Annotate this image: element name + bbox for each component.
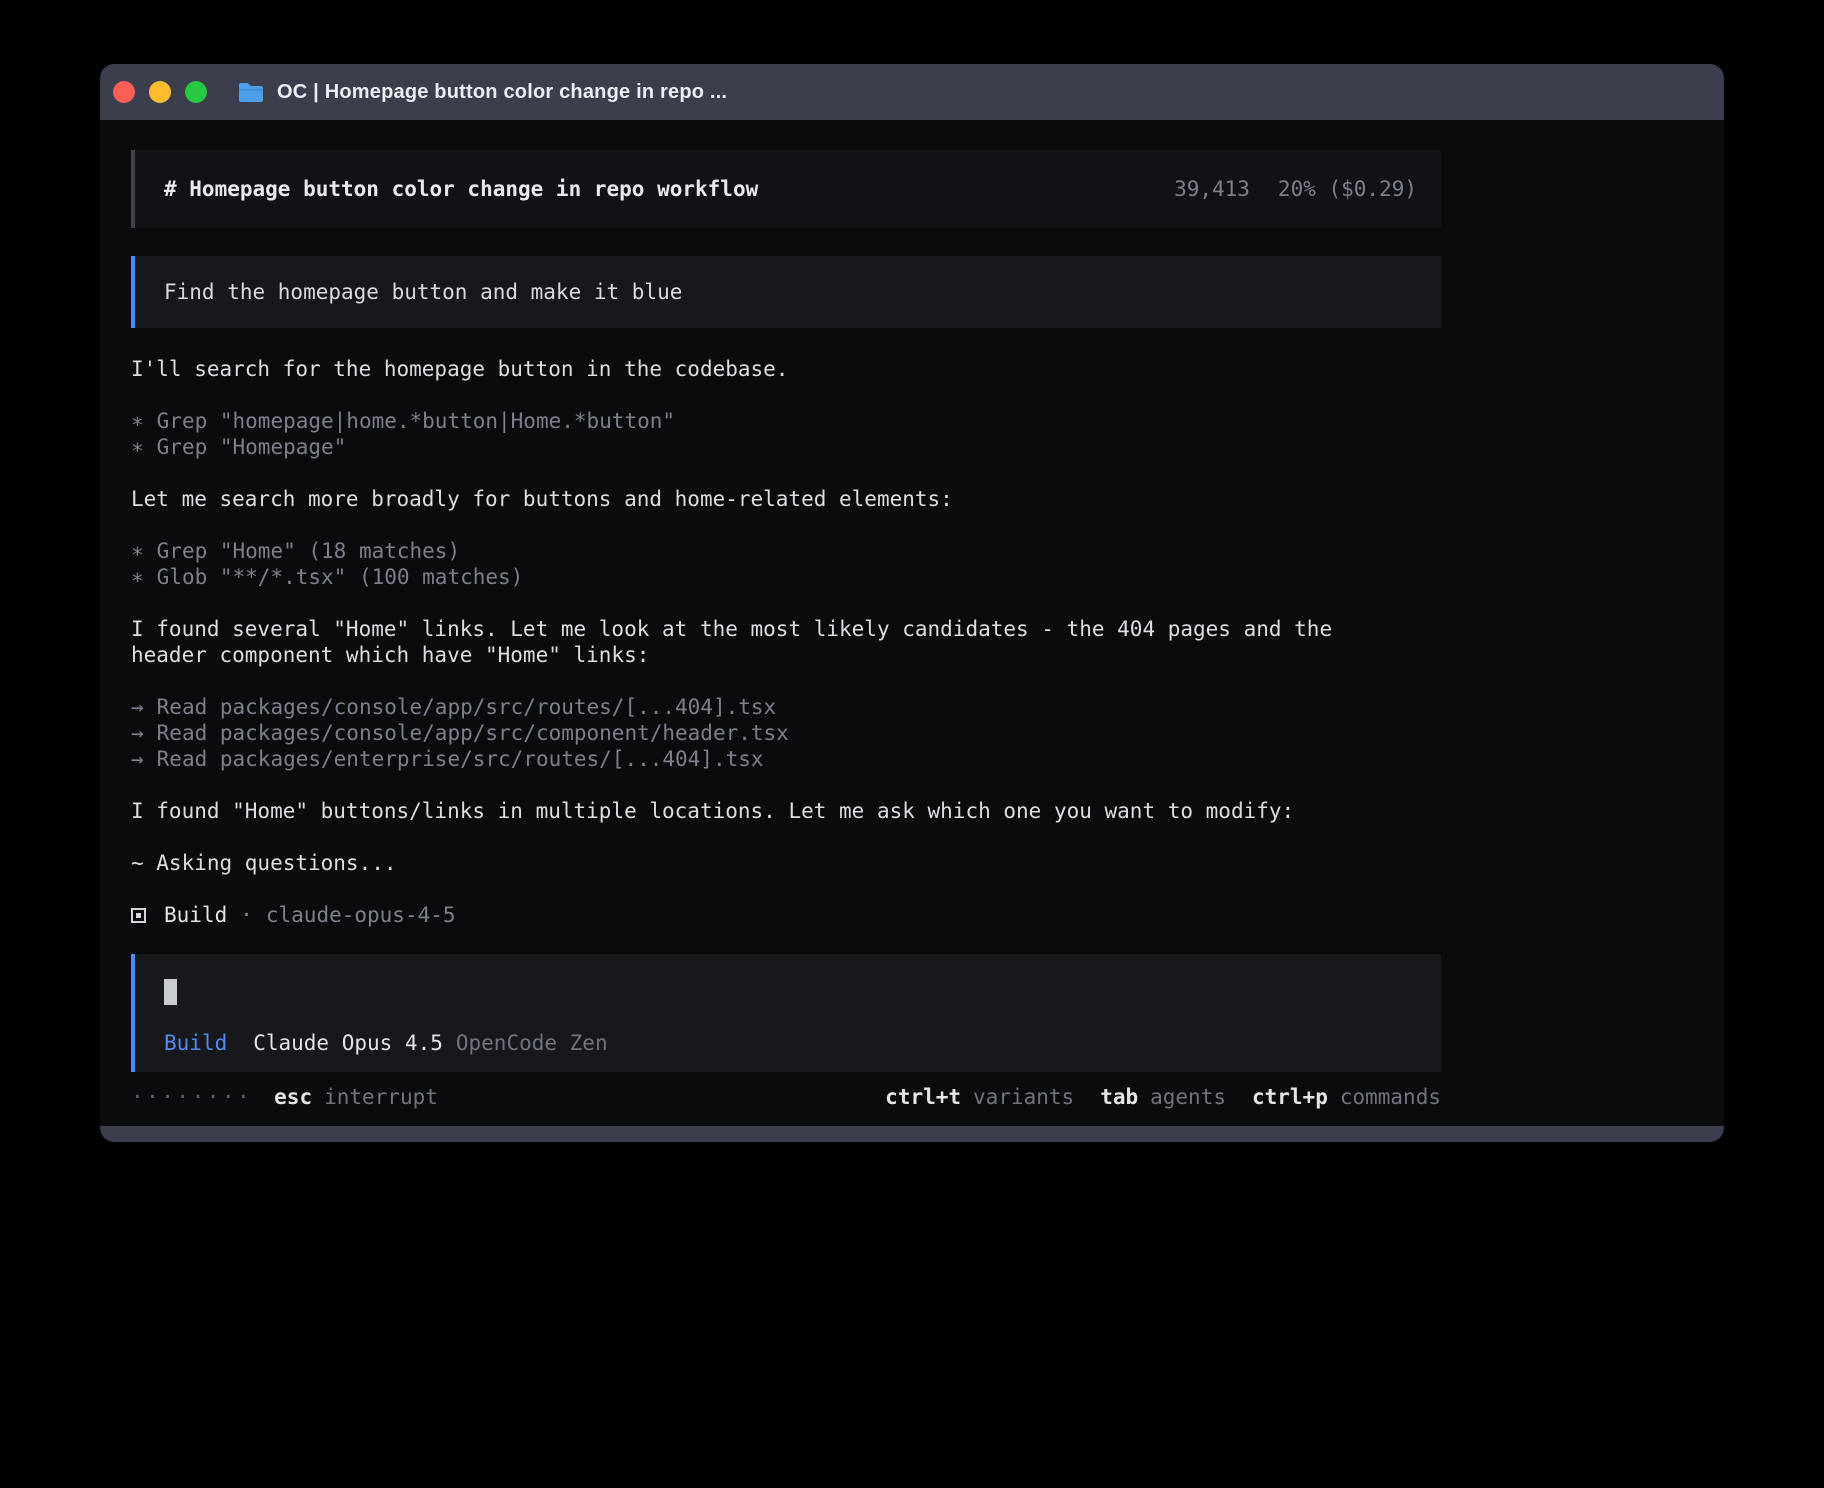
close-button[interactable] (113, 81, 135, 103)
tool-call-read: → Read packages/console/app/src/routes/[.… (131, 694, 1381, 720)
activity-status: ~ Asking questions... (131, 850, 1381, 876)
window-controls (113, 81, 207, 103)
dot-separator: · (240, 902, 253, 928)
session-header: # Homepage button color change in repo w… (131, 150, 1441, 228)
terminal-content: # Homepage button color change in repo w… (100, 120, 1724, 1126)
folder-icon (237, 81, 265, 103)
token-count: 39,413 (1174, 177, 1250, 201)
esc-key-hint: esc (274, 1084, 312, 1110)
interrupt-label: interrupt (324, 1084, 438, 1110)
minimize-button[interactable] (149, 81, 171, 103)
agent-name: Build (164, 902, 227, 928)
tool-call-read: → Read packages/enterprise/src/routes/[..… (131, 746, 1381, 772)
tool-call-text: Read packages/enterprise/src/routes/[...… (157, 747, 764, 771)
shortcut-variants: ctrl+tvariants (885, 1084, 1074, 1110)
tool-call-text: Grep "homepage|home.*button|Home.*button… (157, 409, 675, 433)
assistant-text: Let me search more broadly for buttons a… (131, 486, 1381, 512)
zoom-button[interactable] (185, 81, 207, 103)
model-label: Claude Opus 4.5 (253, 1030, 443, 1056)
assistant-text: I found "Home" buttons/links in multiple… (131, 798, 1381, 824)
shortcut-commands: ctrl+pcommands (1252, 1084, 1441, 1110)
agent-model: claude-opus-4-5 (266, 902, 456, 928)
user-message: Find the homepage button and make it blu… (131, 256, 1441, 328)
tool-call-read: → Read packages/console/app/src/component… (131, 720, 1381, 746)
statusbar-left: ········ esc interrupt (131, 1084, 438, 1110)
arrow-icon: → (131, 746, 144, 772)
session-stats: 39,413 20% ($0.29) (1174, 177, 1417, 201)
arrow-icon: → (131, 720, 144, 746)
tool-call-text: Read packages/console/app/src/routes/[..… (157, 695, 777, 719)
tool-call-text: Read packages/console/app/src/component/… (157, 721, 789, 745)
prompt-input[interactable]: Build Claude Opus 4.5 OpenCode Zen (131, 954, 1441, 1072)
tool-call-text: Glob "**/*.tsx" (100 matches) (157, 565, 524, 589)
tool-call-group: → Read packages/console/app/src/routes/[.… (131, 694, 1381, 772)
provider-label: OpenCode Zen (456, 1030, 608, 1056)
assistant-transcript: I'll search for the homepage button in t… (131, 356, 1381, 928)
assistant-text: I found several "Home" links. Let me loo… (131, 616, 1381, 668)
tool-call-grep: ∗ Grep "Homepage" (131, 434, 1381, 460)
tool-marker-icon: ∗ (131, 564, 144, 590)
statusbar-right: ctrl+tvariants tabagents ctrl+pcommands (859, 1084, 1441, 1110)
window-title: OC | Homepage button color change in rep… (277, 81, 727, 104)
tool-call-glob: ∗ Glob "**/*.tsx" (100 matches) (131, 564, 1381, 590)
tool-call-text: Grep "Homepage" (157, 435, 347, 459)
tool-call-grep: ∗ Grep "homepage|home.*button|Home.*butto… (131, 408, 1381, 434)
agent-mode-label: Build (164, 1030, 227, 1056)
shortcut-agents: tabagents (1100, 1084, 1226, 1110)
arrow-icon: → (131, 694, 144, 720)
terminal-window: OC | Homepage button color change in rep… (100, 64, 1724, 1142)
tool-call-group: ∗ Grep "Home" (18 matches) ∗ Glob "**/*.ts… (131, 538, 1381, 590)
assistant-text: I'll search for the homepage button in t… (131, 356, 1381, 382)
titlebar[interactable]: OC | Homepage button color change in rep… (100, 64, 1724, 120)
status-bar: ········ esc interrupt ctrl+tvariants ta… (131, 1084, 1441, 1110)
text-cursor (164, 979, 177, 1005)
context-usage: 20% ($0.29) (1278, 177, 1417, 201)
tool-call-group: ∗ Grep "homepage|home.*button|Home.*butto… (131, 408, 1381, 460)
window-footer (100, 1126, 1724, 1142)
user-message-text: Find the homepage button and make it blu… (164, 280, 682, 304)
session-title: # Homepage button color change in repo w… (164, 177, 758, 201)
agent-status-line: Build · claude-opus-4-5 (131, 902, 1381, 928)
tool-call-grep: ∗ Grep "Home" (18 matches) (131, 538, 1381, 564)
spinner-dots: ········ (131, 1084, 252, 1110)
agent-icon (131, 908, 146, 923)
tool-call-text: Grep "Home" (18 matches) (157, 539, 460, 563)
tool-marker-icon: ∗ (131, 434, 144, 460)
tool-marker-icon: ∗ (131, 538, 144, 564)
input-meta: Build Claude Opus 4.5 OpenCode Zen (164, 1030, 1417, 1056)
tool-marker-icon: ∗ (131, 408, 144, 434)
